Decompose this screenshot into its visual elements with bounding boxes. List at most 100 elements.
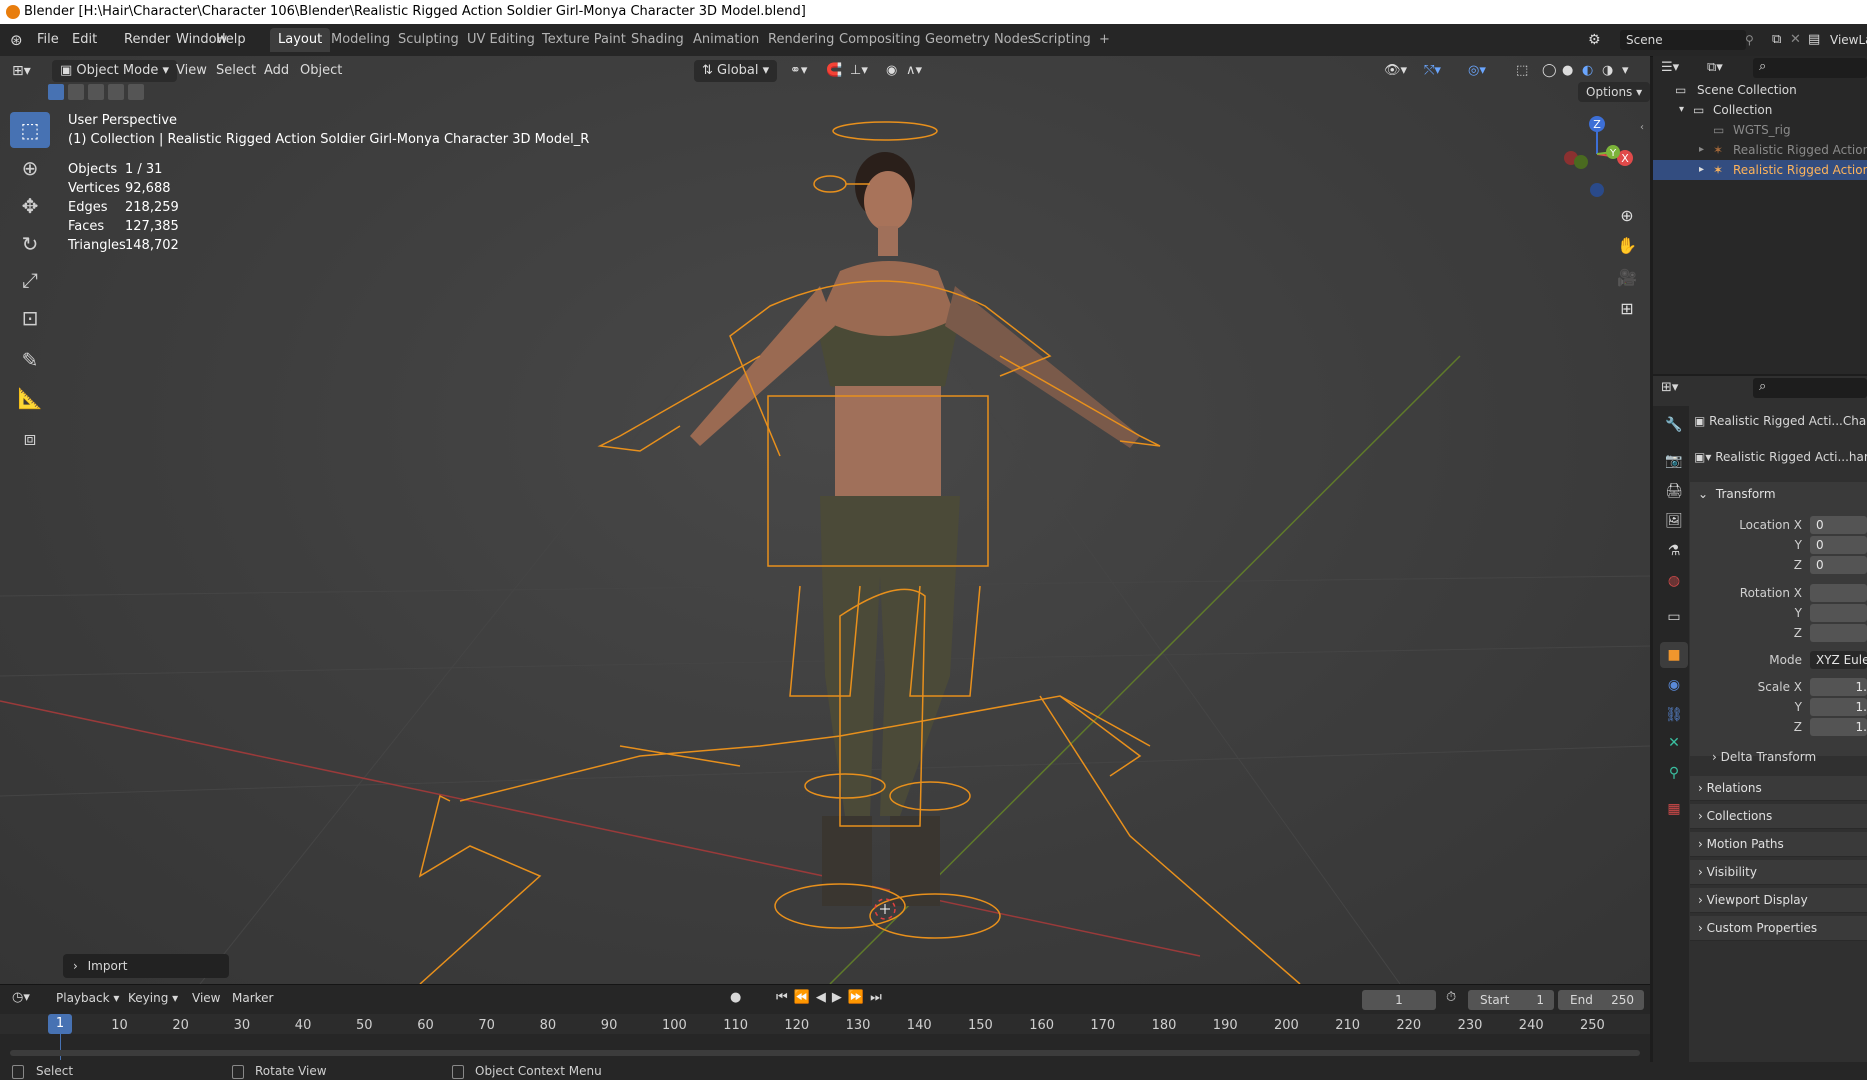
menu-file[interactable]: File [37,24,59,56]
gizmo-neg-y[interactable] [1574,155,1588,169]
collections-panel-header[interactable]: › Collections [1690,804,1867,829]
display-mode-icon[interactable]: ⧉▾ [1707,60,1723,75]
data-tab-icon[interactable]: ⚲ [1660,760,1688,786]
rotation-mode-dropdown[interactable]: XYZ Euler [1810,651,1867,669]
sidebar-toggle-icon[interactable]: ‹ [1640,122,1644,133]
properties-search-input[interactable]: ⌕ [1753,378,1867,398]
end-frame-field[interactable]: End 250 [1558,990,1644,1010]
transform-tool-icon[interactable]: ⊡ [10,300,50,336]
select-extend-icon[interactable] [68,84,84,100]
new-scene-icon[interactable]: ⧉ [1772,24,1781,56]
scale-y-field[interactable]: 1. [1810,698,1867,716]
pin-icon[interactable]: ⚲ [1745,24,1754,56]
rotate-tool-icon[interactable]: ↻ [10,226,50,262]
record-icon[interactable]: ● [730,990,741,1005]
gizmo-neg-z[interactable] [1590,183,1604,197]
cursor-tool-icon[interactable]: ⊕ [10,150,50,186]
expand-arrow-icon[interactable]: ▸ [1699,160,1704,180]
tab-sculpting[interactable]: Sculpting [390,28,467,52]
timeline-view-menu[interactable]: View [192,991,220,1005]
view-layer-icon[interactable]: ▤ [1808,24,1820,56]
render-tab-icon[interactable]: 📷 [1660,448,1688,474]
menu-edit[interactable]: Edit [72,24,97,56]
tab-scripting[interactable]: Scripting [1025,28,1099,52]
world-tab-icon[interactable]: ◍ [1660,568,1688,594]
constraint-tab-icon[interactable]: ⛓ [1660,702,1688,728]
annotate-tool-icon[interactable]: ✎ [10,342,50,378]
scale-z-field[interactable]: 1. [1810,718,1867,736]
object-data-field[interactable]: ▣▾ Realistic Rigged Acti...har [1694,450,1867,464]
snap-icon[interactable]: 🧲 [826,60,842,82]
tab-shading[interactable]: Shading [623,28,692,52]
delta-transform-header[interactable]: › Delta Transform [1712,750,1816,764]
shading-options-icon[interactable]: ▾ [1622,60,1629,82]
menu-select[interactable]: Select [216,60,256,82]
object-tab-icon[interactable]: ■ [1660,642,1688,668]
editor-type-icon[interactable]: ⊞▾ [12,60,31,82]
scene-icon[interactable]: ⚙ [1588,24,1601,56]
playhead-frame[interactable]: 1 [48,1014,72,1034]
rotation-x-field[interactable] [1810,584,1867,602]
transform-panel-header[interactable]: ⌄ Transform [1690,482,1867,507]
start-frame-field[interactable]: Start 1 [1468,990,1554,1010]
rendered-shading-icon[interactable]: ◑ [1602,60,1613,82]
scene-selector[interactable]: Scene [1620,30,1746,50]
last-operator-panel[interactable]: › Import [63,954,229,978]
tab-layout[interactable]: Layout [270,28,331,52]
move-tool-icon[interactable]: ✥ [10,188,50,224]
options-dropdown[interactable]: Options ▾ [1578,82,1651,102]
camera-view-icon[interactable]: 🎥 [1612,262,1642,292]
timeline-editor-icon[interactable]: ◷▾ [12,990,30,1005]
material-shading-icon[interactable]: ◐ [1582,60,1593,82]
modifier-tab-icon[interactable]: ◉ [1660,672,1688,698]
menu-add[interactable]: Add [264,60,289,82]
properties-editor-icon[interactable]: ⊞▾ [1661,380,1678,395]
scale-x-field[interactable]: 1. [1810,678,1867,696]
select-subtract-icon[interactable] [88,84,104,100]
tab-animation[interactable]: Animation [685,28,767,52]
tab-modeling[interactable]: Modeling [323,28,398,52]
prev-keyframe-icon[interactable]: ⏪ [794,990,816,1005]
xray-icon[interactable]: ⬚ [1516,60,1528,82]
playback-menu[interactable]: Playback ▾ [56,991,119,1005]
play-icon[interactable]: ▶ [832,990,848,1005]
gizmo-toggle-icon[interactable]: ⤲▾ [1424,60,1441,82]
visibility-icon[interactable]: 👁▾ [1384,60,1407,82]
outliner-row-armature-selected[interactable]: ▸ ✶ Realistic Rigged Action S [1653,160,1867,180]
tab-geometry-nodes[interactable]: Geometry Nodes [917,28,1043,52]
collection-tab-icon[interactable]: ▭ [1660,604,1688,630]
stopwatch-icon[interactable]: ⏱ [1446,990,1456,1005]
delete-scene-icon[interactable]: ✕ [1790,24,1801,56]
rotation-y-field[interactable] [1810,604,1867,622]
perspective-toggle-icon[interactable]: ⊞ [1612,293,1642,323]
solid-shading-icon[interactable]: ● [1562,60,1573,82]
view-layer-tab-icon[interactable]: 🖼 [1660,508,1688,534]
viewport-display-panel-header[interactable]: › Viewport Display [1690,888,1867,913]
custom-properties-panel-header[interactable]: › Custom Properties [1690,916,1867,941]
current-frame-field[interactable]: 1 [1362,990,1436,1010]
select-new-icon[interactable] [48,84,64,100]
object-name-field[interactable]: ▣ Realistic Rigged Acti...Chara [1694,414,1867,428]
expand-arrow-icon[interactable]: ▾ [1679,100,1684,120]
output-tab-icon[interactable]: 🖨 [1660,478,1688,504]
rotation-z-field[interactable] [1810,624,1867,642]
keying-menu[interactable]: Keying ▾ [128,991,178,1005]
add-cube-tool-icon[interactable]: ⧈ [10,420,50,456]
outliner-row-collection[interactable]: ▾ ▭ Collection [1653,100,1867,120]
pivot-icon[interactable]: ⚭▾ [790,60,807,82]
location-z-field[interactable]: 0 [1810,556,1867,574]
texture-tab-icon[interactable]: ▦ [1660,796,1688,822]
menu-view[interactable]: View [176,60,207,82]
proportional-edit-icon[interactable]: ◉ [886,60,897,82]
outliner-row-wgts-rig[interactable]: ▭ WGTS_rig [1653,120,1867,140]
tab-compositing[interactable]: Compositing [831,28,929,52]
outliner-search-input[interactable]: ⌕ [1753,58,1867,78]
pan-hand-icon[interactable]: ✋ [1612,230,1642,260]
tool-tab-icon[interactable]: 🔧 [1660,412,1688,438]
location-y-field[interactable]: 0 [1810,536,1867,554]
view-layer-selector[interactable]: ViewLa [1830,24,1867,56]
select-intersect-icon[interactable] [128,84,144,100]
location-x-field[interactable]: 0 [1810,516,1867,534]
3d-viewport[interactable] [0,56,1650,984]
outliner-editor-icon[interactable]: ☰▾ [1661,60,1679,75]
